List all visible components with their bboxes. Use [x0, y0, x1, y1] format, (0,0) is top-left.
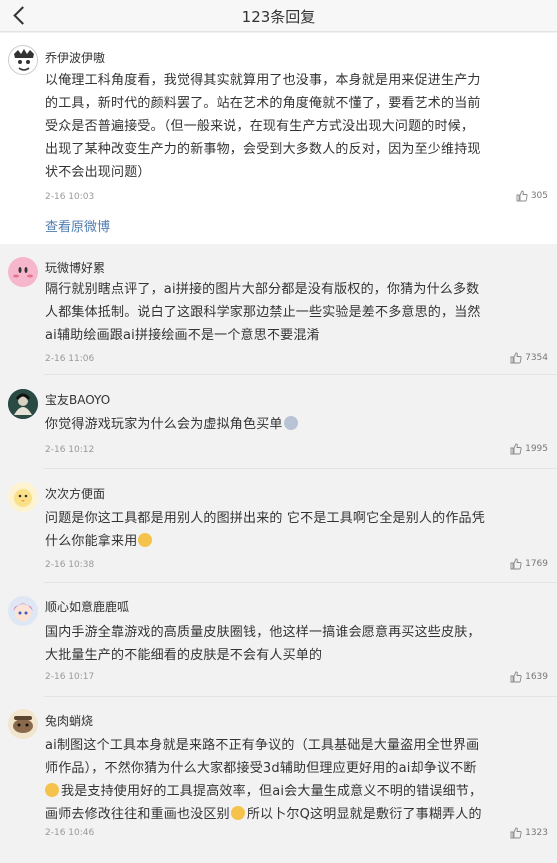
- sweat-smile-emoji-icon: [138, 533, 153, 547]
- username[interactable]: 次次方便面: [45, 485, 105, 502]
- like-count: 7354: [525, 353, 548, 363]
- comment-time: 2-16 10:46: [45, 828, 95, 838]
- like-count: 1769: [525, 559, 548, 569]
- post-content: 以俺理工科角度看，我觉得其实就算用了也没事，本身就是用来促进生产力 的工具，新时…: [45, 69, 550, 184]
- like-button[interactable]: 1769: [510, 558, 548, 570]
- thumbs-up-icon: [510, 671, 522, 683]
- content-text: 你觉得游戏玩家为什么会为虚拟角色买单: [45, 417, 283, 432]
- comment-time: 2-16 10:17: [45, 672, 95, 682]
- content-line: 你觉得游戏玩家为什么会为虚拟角色买单: [45, 413, 550, 436]
- content-line: 的工具，新时代的颜料罢了。站在艺术的角度俺就不懂了，要看艺术的当前: [45, 96, 481, 111]
- main-post: 乔伊波伊嗷 以俺理工科角度看，我觉得其实就算用了也没事，本身就是用来促进生产力 …: [0, 33, 557, 244]
- content-line: ai制图这个工具本身就是来路不正有争议的（工具基础是大量盗用全世界画: [45, 738, 480, 753]
- content-line: 以俺理工科角度看，我觉得其实就算用了也没事，本身就是用来促进生产力: [45, 73, 481, 88]
- like-count: 305: [530, 191, 548, 201]
- comment-item: 次次方便面 问题是你这工具都是用别人的图拼出来的 它不是工具啊它全是别人的作品凭…: [0, 469, 557, 582]
- avatar[interactable]: [8, 45, 38, 75]
- like-button[interactable]: 1323: [510, 827, 548, 839]
- avatar-chick-icon: [8, 482, 38, 512]
- view-original-link[interactable]: 查看原微博: [45, 216, 110, 235]
- avatar[interactable]: [8, 709, 38, 739]
- sweat-smile-emoji-icon: [45, 783, 59, 797]
- comment-time: 2-16 10:12: [45, 445, 95, 455]
- avatar-bunny-icon: [8, 709, 38, 739]
- content-line: 状不会出现问题）: [45, 165, 151, 180]
- content-line: 我是支持使用好的工具提高效率，但ai会大量生成意义不明的错误细节，: [45, 780, 550, 803]
- content-text: 所以卜尔Q这明显就是敷衍了事糊弄人的: [246, 807, 482, 822]
- username[interactable]: 宝友BAOYO: [45, 391, 110, 408]
- content-line: 国内手游全靠游戏的高质量皮肤圈钱，他这样一搞谁会愿意再买这些皮肤，: [45, 625, 481, 640]
- thumbs-up-icon: [510, 443, 522, 455]
- comment-content: 问题是你这工具都是用别人的图拼出来的 它不是工具啊它全是别人的作品凭 什么你能拿…: [45, 507, 550, 553]
- thumbs-up-icon: [510, 558, 522, 570]
- avatar[interactable]: [8, 257, 38, 287]
- content-text: 画师去修改往往和重画也没区别: [45, 807, 230, 822]
- comment-item: 宝友BAOYO 你觉得游戏玩家为什么会为虚拟角色买单 2-16 10:12 19…: [0, 375, 557, 468]
- like-count: 1639: [525, 672, 548, 682]
- avatar[interactable]: [8, 596, 38, 626]
- username[interactable]: 乔伊波伊嗷: [45, 49, 105, 66]
- thumbs-up-icon: [510, 827, 522, 839]
- avatar-anime-girl-icon: [8, 596, 38, 626]
- avatar[interactable]: [8, 482, 38, 512]
- avatar-kirby-icon: [8, 257, 38, 287]
- content-line: 什么你能拿来用: [45, 530, 550, 553]
- comment-item: 兔肉蛸烧 ai制图这个工具本身就是来路不正有争议的（工具基础是大量盗用全世界画 …: [0, 697, 557, 863]
- like-button[interactable]: 305: [516, 190, 548, 202]
- content-line: 受众是否普遍接受。（但一般来说，在现有生产方式没出现大问题的时候，: [45, 119, 475, 134]
- content-text: 什么你能拿来用: [45, 534, 138, 549]
- content-line: ai辅助绘画跟ai拼接绘画不是一个意思不要混淆: [45, 328, 320, 343]
- comment-time: 2-16 10:38: [45, 560, 95, 570]
- comment-time: 2-16 11:06: [45, 354, 95, 364]
- like-button[interactable]: 1995: [510, 443, 548, 455]
- comment-content: 国内手游全靠游戏的高质量皮肤圈钱，他这样一搞谁会愿意再买这些皮肤， 大批量生产的…: [45, 621, 550, 667]
- like-button[interactable]: 1639: [510, 671, 548, 683]
- comment-content: ai制图这个工具本身就是来路不正有争议的（工具基础是大量盗用全世界画 师作品），…: [45, 734, 550, 826]
- content-line: 隔行就别瞎点评了，ai拼接的图片大部分都是没有版权的，你猜为什么多数: [45, 282, 480, 297]
- content-line: 画师去修改往往和重画也没区别 所以卜尔Q这明显就是敷衍了事糊弄人的: [45, 803, 550, 826]
- comment-content: 隔行就别瞎点评了，ai拼接的图片大部分都是没有版权的，你猜为什么多数 人都集体抵…: [45, 278, 550, 347]
- username[interactable]: 玩微博好累: [45, 259, 105, 276]
- content-line: 大批量生产的不能细看的皮肤是不会有人买单的: [45, 648, 323, 663]
- like-count: 1323: [525, 828, 548, 838]
- post-time: 2-16 10:03: [45, 192, 95, 202]
- content-line: 师作品），不然你猜为什么大家都接受3d辅助但理应更好用的ai却争议不断: [45, 761, 477, 776]
- comment-item: 顺心如意鹿鹿呱 国内手游全靠游戏的高质量皮肤圈钱，他这样一搞谁会愿意再买这些皮肤…: [0, 583, 557, 696]
- avatar-cartoon-icon: [10, 47, 37, 74]
- like-count: 1995: [525, 444, 548, 454]
- page-title: 123条回复: [241, 8, 316, 26]
- content-text: 我是支持使用好的工具提高效率，但ai会大量生成意义不明的错误细节，: [61, 784, 483, 799]
- thumbs-up-icon: [510, 352, 522, 364]
- like-button[interactable]: 7354: [510, 352, 548, 364]
- username[interactable]: 兔肉蛸烧: [45, 712, 93, 729]
- avatar[interactable]: [8, 389, 38, 419]
- username[interactable]: 顺心如意鹿鹿呱: [45, 598, 129, 615]
- sweat-smile-emoji-icon: [230, 806, 245, 820]
- comment-item: 玩微博好累 隔行就别瞎点评了，ai拼接的图片大部分都是没有版权的，你猜为什么多数…: [0, 244, 557, 374]
- comment-content: 你觉得游戏玩家为什么会为虚拟角色买单: [45, 413, 550, 436]
- avatar-character-icon: [8, 389, 38, 419]
- thinking-emoji-icon: [283, 416, 298, 430]
- top-bar: 123条回复: [0, 0, 557, 32]
- content-line: 问题是你这工具都是用别人的图拼出来的 它不是工具啊它全是别人的作品凭: [45, 511, 485, 526]
- content-line: 出现了某种改变生产力的新事物，会受到大多数人的反对，因为至少维持现: [45, 142, 481, 157]
- content-line: 人都集体抵制。说白了这跟科学家那边禁止一些实验是差不多意思的，当然: [45, 305, 481, 320]
- thumbs-up-icon: [516, 190, 528, 202]
